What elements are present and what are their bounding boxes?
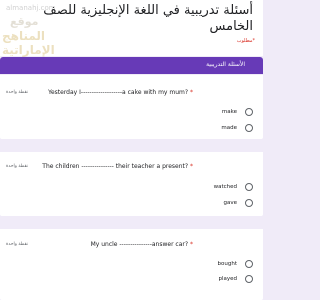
question-text: The children --------------- their teach…	[42, 163, 193, 170]
radio-button[interactable]	[245, 124, 253, 132]
option-label: gave	[223, 200, 237, 206]
required-note: *مطلوب	[236, 38, 255, 44]
radio-button[interactable]	[245, 199, 253, 207]
option-gave[interactable]: gave	[193, 199, 253, 209]
question-card: نقطة واحدة My uncle ---------------answe…	[0, 229, 263, 300]
radio-button[interactable]	[245, 275, 253, 283]
option-label: watched	[213, 184, 237, 190]
page-title: أسئلة تدريبية في اللغة الإنجليزية للصف ا…	[43, 3, 253, 34]
radio-button[interactable]	[245, 260, 253, 268]
option-make[interactable]: make	[193, 108, 253, 118]
option-label: made	[221, 125, 237, 131]
question-points: نقطة واحدة	[6, 242, 28, 247]
option-watched[interactable]: watched	[193, 183, 253, 193]
option-label: played	[218, 276, 237, 282]
option-label: bought	[217, 261, 237, 267]
option-label: make	[221, 109, 237, 115]
section-header: الأسئلة التدريبية	[0, 57, 263, 74]
option-bought[interactable]: bought	[193, 260, 253, 270]
question-card: نقطة واحدة Yesterday I------------------…	[0, 75, 263, 139]
section-title: الأسئلة التدريبية	[206, 61, 245, 68]
question-text: Yesterday I-------------------a cake wit…	[48, 89, 193, 96]
question-card: نقطة واحدة The children --------------- …	[0, 152, 263, 216]
option-played[interactable]: played	[193, 275, 253, 285]
form-header: almanahj.com موقع المناهج الإماراتية أسئ…	[0, 0, 263, 57]
question-points: نقطة واحدة	[6, 164, 28, 169]
question-points: نقطة واحدة	[6, 90, 28, 95]
option-made[interactable]: made	[193, 124, 253, 134]
radio-button[interactable]	[245, 108, 253, 116]
radio-button[interactable]	[245, 183, 253, 191]
question-text: My uncle ---------------answer car? *	[90, 241, 193, 248]
